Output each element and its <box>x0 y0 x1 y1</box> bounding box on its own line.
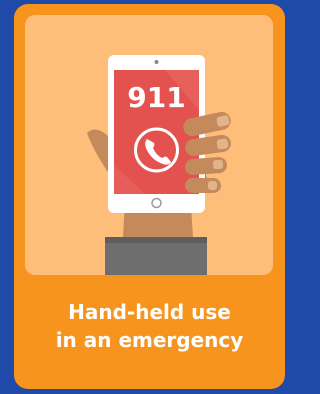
sleeve <box>105 240 207 275</box>
card-caption: Hand-held use in an emergency <box>14 298 285 354</box>
emergency-number: 911 <box>127 81 185 114</box>
phone-camera <box>154 60 159 64</box>
page: 911 Hand-held use in an emergency <box>0 0 299 394</box>
caption-line-2: in an emergency <box>55 328 244 352</box>
illustration-panel: 911 <box>25 15 273 275</box>
caption-line-1: Hand-held use <box>68 300 231 324</box>
hand-holding-phone-illustration: 911 <box>87 55 231 275</box>
sleeve-cuff <box>105 237 207 243</box>
fingers <box>183 111 231 193</box>
